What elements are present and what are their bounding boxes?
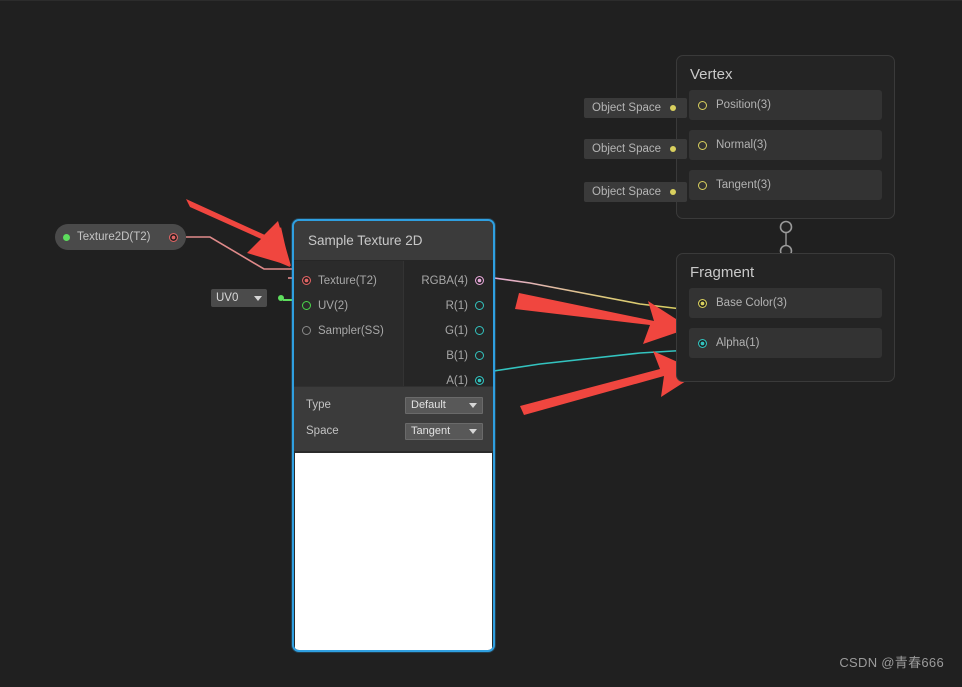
b-output-port[interactable]: [475, 351, 484, 360]
uv0-dropdown[interactable]: UV0: [211, 289, 267, 307]
space-dropdown[interactable]: Tangent: [405, 422, 483, 440]
object-space-pill-tangent[interactable]: Object Space: [584, 182, 687, 202]
uv0-value: UV0: [216, 292, 239, 304]
type-value: Default: [411, 399, 446, 411]
position-label: Position(3): [716, 99, 771, 111]
r-output-label: R(1): [445, 299, 468, 312]
output-port-row-b[interactable]: B(1): [404, 343, 493, 368]
sample-texture-2d-ports: Texture(T2) UV(2) Sampler(SS) RGBA(4) R(: [294, 261, 493, 387]
rgba-output-port[interactable]: [475, 276, 484, 285]
chevron-down-icon: [254, 295, 262, 301]
property-indicator-dot: [63, 233, 70, 241]
vertex-title: Vertex: [690, 66, 733, 83]
base-color-label: Base Color(3): [716, 297, 787, 309]
tangent-label: Tangent(3): [716, 179, 771, 191]
object-space-label-normal: Object Space: [592, 143, 662, 155]
wire-alpha-to-alpha: [486, 349, 691, 373]
g-output-port[interactable]: [475, 326, 484, 335]
fragment-block-alpha[interactable]: Alpha(1): [689, 328, 882, 358]
sample-texture-2d-inputs: Texture(T2) UV(2) Sampler(SS): [294, 261, 404, 386]
uv-input-label: UV(2): [318, 299, 349, 312]
uv-input-port[interactable]: [302, 301, 311, 310]
output-port-row-rgba[interactable]: RGBA(4): [404, 268, 493, 293]
shader-graph-canvas[interactable]: Texture2D(T2) UV0 Sample Texture 2D Text…: [0, 0, 962, 687]
vertex-master-node[interactable]: Vertex Position(3) Normal(3) Tangent(3): [676, 55, 895, 219]
node-preview-area[interactable]: [295, 453, 492, 650]
a-output-label: A(1): [446, 374, 468, 387]
tangent-port[interactable]: [698, 180, 707, 190]
control-row-space: Space Tangent: [294, 418, 493, 444]
control-row-type: Type Default: [294, 392, 493, 418]
base-color-port[interactable]: [698, 298, 707, 308]
annotation-arrow-2: [515, 293, 690, 344]
sample-texture-2d-outputs: RGBA(4) R(1) G(1) B(1) A(1): [404, 261, 493, 387]
output-port-row-g[interactable]: G(1): [404, 318, 493, 343]
chevron-down-icon: [469, 428, 477, 434]
output-port-row-a[interactable]: A(1): [404, 368, 493, 393]
object-space-dot-tangent[interactable]: [670, 189, 677, 195]
g-output-label: G(1): [445, 324, 468, 337]
fragment-block-base-color[interactable]: Base Color(3): [689, 288, 882, 318]
input-port-row-texture[interactable]: Texture(T2): [294, 268, 403, 293]
object-space-pill-normal[interactable]: Object Space: [584, 139, 687, 159]
vertex-block-normal[interactable]: Normal(3): [689, 130, 882, 160]
fragment-master-node[interactable]: Fragment Base Color(3) Alpha(1): [676, 253, 895, 382]
r-output-port[interactable]: [475, 301, 484, 310]
sampler-input-port[interactable]: [302, 326, 311, 335]
vertex-block-position[interactable]: Position(3): [689, 90, 882, 120]
uv0-node[interactable]: UV0: [211, 289, 284, 307]
texture-input-label: Texture(T2): [318, 274, 377, 287]
sample-texture-2d-node[interactable]: Sample Texture 2D Texture(T2) UV(2) Samp…: [292, 219, 495, 652]
alpha-port[interactable]: [698, 338, 707, 348]
watermark-text: CSDN @青春666: [839, 655, 944, 670]
annotation-arrow-3: [520, 351, 700, 415]
sample-texture-2d-controls: Type Default Space Tangent: [294, 386, 493, 451]
wire-texture2d-to-texture-input: [186, 236, 301, 278]
alpha-label: Alpha(1): [716, 337, 760, 349]
space-value: Tangent: [411, 425, 451, 437]
normal-label: Normal(3): [716, 139, 768, 151]
stack-connector-top-handle: [779, 220, 793, 234]
uv0-output-dot[interactable]: [278, 295, 284, 301]
object-space-dot-position[interactable]: [670, 105, 677, 111]
a-output-port[interactable]: [475, 376, 484, 385]
normal-port[interactable]: [698, 140, 707, 150]
property-output-port[interactable]: [169, 232, 178, 242]
object-space-label-tangent: Object Space: [592, 186, 662, 198]
input-port-row-uv[interactable]: UV(2): [294, 293, 403, 318]
output-port-row-r[interactable]: R(1): [404, 293, 493, 318]
vertex-block-tangent[interactable]: Tangent(3): [689, 170, 882, 200]
sampler-input-label: Sampler(SS): [318, 324, 384, 337]
input-port-row-sampler[interactable]: Sampler(SS): [294, 318, 403, 343]
annotation-arrow-1: [186, 199, 291, 267]
texture-input-port[interactable]: [302, 276, 311, 285]
type-label: Type: [306, 399, 331, 411]
space-label: Space: [306, 425, 339, 437]
type-dropdown[interactable]: Default: [405, 396, 483, 414]
sample-texture-2d-title: Sample Texture 2D: [294, 221, 493, 261]
fragment-title: Fragment: [690, 264, 755, 281]
position-port[interactable]: [698, 100, 707, 110]
property-node-label: Texture2D(T2): [77, 231, 151, 243]
wire-rgba-to-base-color: [486, 276, 691, 311]
rgba-output-label: RGBA(4): [421, 274, 468, 287]
b-output-label: B(1): [446, 349, 468, 362]
object-space-label-position: Object Space: [592, 102, 662, 114]
object-space-pill-position[interactable]: Object Space: [584, 98, 687, 118]
texture2d-property-node[interactable]: Texture2D(T2): [55, 224, 186, 250]
chevron-down-icon: [469, 402, 477, 408]
object-space-dot-normal[interactable]: [670, 146, 677, 152]
